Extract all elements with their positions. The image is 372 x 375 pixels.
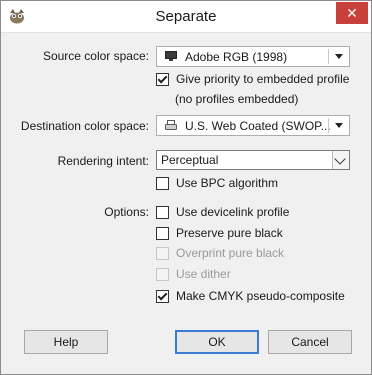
chevron-down-icon bbox=[335, 123, 343, 128]
destination-color-space-label: Destination color space: bbox=[20, 119, 149, 133]
source-color-space-select[interactable]: Adobe RGB (1998) bbox=[156, 46, 350, 67]
give-priority-checkbox[interactable]: Give priority to embedded profile bbox=[156, 72, 349, 86]
cancel-button[interactable]: Cancel bbox=[268, 330, 352, 354]
chevron-down-icon bbox=[334, 153, 346, 165]
dropdown-button[interactable] bbox=[332, 151, 349, 169]
title-bar: Separate ✕ bbox=[1, 1, 371, 33]
no-profiles-note: (no profiles embedded) bbox=[175, 92, 299, 106]
source-color-space-label: Source color space: bbox=[42, 49, 149, 63]
use-dither-checkbox: Use dither bbox=[156, 267, 231, 281]
overprint-pure-black-checkbox: Overprint pure black bbox=[156, 246, 284, 260]
option-label: Use devicelink profile bbox=[176, 205, 290, 219]
combo-separator bbox=[328, 118, 329, 133]
source-color-space-value: Adobe RGB (1998) bbox=[185, 50, 288, 64]
checkbox-checked-icon[interactable] bbox=[156, 72, 169, 86]
give-priority-label: Give priority to embedded profile bbox=[176, 72, 350, 86]
option-label: Overprint pure black bbox=[176, 246, 285, 260]
rendering-intent-select[interactable]: Perceptual bbox=[156, 150, 350, 170]
checkbox-icon[interactable] bbox=[156, 205, 169, 219]
close-icon: ✕ bbox=[346, 5, 358, 21]
checkbox-disabled-icon bbox=[156, 246, 169, 260]
rendering-intent-label: Rendering intent: bbox=[57, 154, 149, 168]
option-label: Use dither bbox=[176, 267, 231, 281]
rendering-intent-value: Perceptual bbox=[161, 153, 219, 167]
checkbox-icon[interactable] bbox=[156, 176, 169, 190]
help-button[interactable]: Help bbox=[24, 330, 108, 354]
make-cmyk-pseudo-composite-checkbox[interactable]: Make CMYK pseudo-composite bbox=[156, 289, 345, 303]
option-label: Preserve pure black bbox=[176, 226, 283, 240]
printer-icon bbox=[165, 120, 177, 130]
combo-separator bbox=[328, 49, 329, 64]
separate-dialog: Separate ✕ Source color space: Adobe RGB… bbox=[0, 0, 372, 375]
options-label: Options: bbox=[104, 205, 149, 219]
checkbox-checked-icon[interactable] bbox=[156, 289, 169, 303]
destination-color-space-select[interactable]: U.S. Web Coated (SWOP... bbox=[156, 115, 350, 136]
use-bpc-label: Use BPC algorithm bbox=[176, 176, 279, 190]
window-title: Separate bbox=[155, 8, 217, 25]
checkbox-disabled-icon bbox=[156, 267, 169, 281]
use-devicelink-checkbox[interactable]: Use devicelink profile bbox=[156, 205, 289, 219]
option-label: Make CMYK pseudo-composite bbox=[176, 289, 345, 303]
use-bpc-checkbox[interactable]: Use BPC algorithm bbox=[156, 176, 278, 190]
close-button[interactable]: ✕ bbox=[336, 2, 368, 24]
chevron-down-icon bbox=[335, 54, 343, 59]
destination-color-space-value: U.S. Web Coated (SWOP... bbox=[185, 119, 331, 133]
checkbox-icon[interactable] bbox=[156, 226, 169, 240]
ok-button[interactable]: OK bbox=[175, 330, 259, 354]
preserve-pure-black-checkbox[interactable]: Preserve pure black bbox=[156, 226, 283, 240]
monitor-icon bbox=[165, 51, 177, 61]
